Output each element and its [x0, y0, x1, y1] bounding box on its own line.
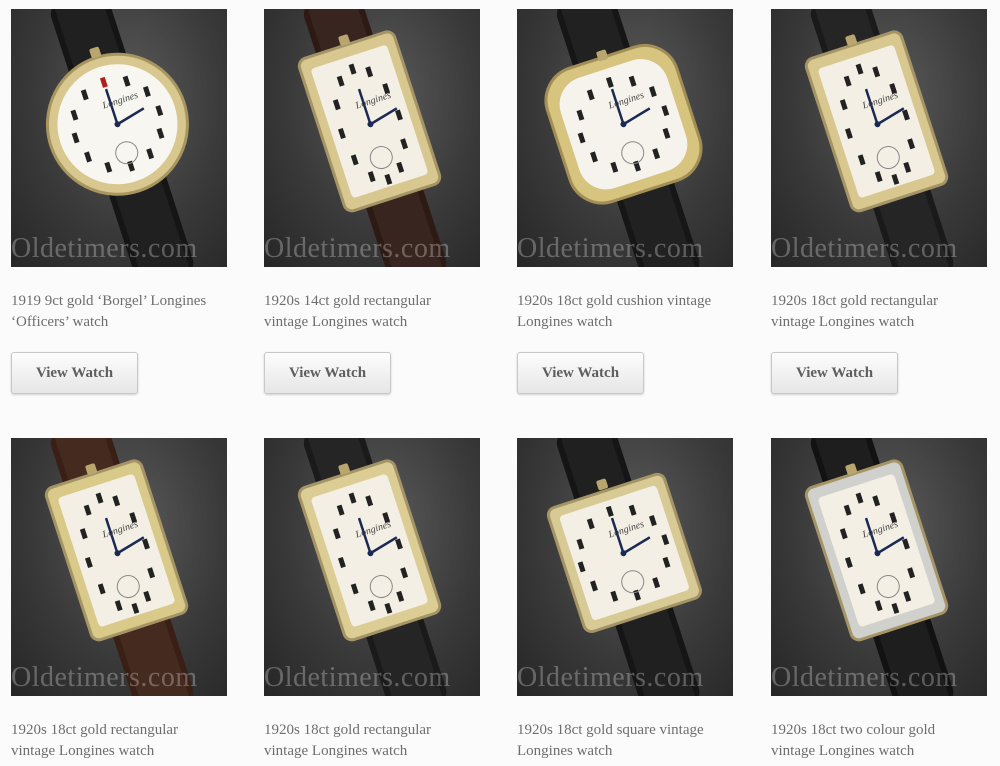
watermark-text: Oldetimers.com [11, 662, 198, 693]
watermark-text: Oldetimers.com [11, 233, 198, 264]
watch-title-line: vintage Longines watch [771, 314, 915, 330]
watch-title-line: 1920s 18ct gold rectangular [11, 722, 179, 738]
watch-title-line: 1920s 18ct two colour gold [771, 722, 936, 738]
watch-title-line: vintage Longines watch [264, 314, 408, 330]
watch-title-line: 1919 9ct gold ‘Borgel’ Longines [11, 293, 207, 309]
watch-photo[interactable]: Longines Oldetimers.com [771, 9, 987, 267]
watch-illustration: Longines [44, 438, 194, 696]
watch-title-line: 1920s 18ct gold rectangular [264, 722, 432, 738]
watch-grid: Longines Oldetimers.com 1919 9ct gold ‘Bo… [0, 0, 1000, 766]
watch-title-line: 1920s 14ct gold rectangular [264, 293, 432, 309]
watch-photo[interactable]: Longines Oldetimers.com [517, 438, 733, 696]
watch-illustration: Longines [297, 438, 447, 696]
watch-title: 1920s 18ct gold square vintage Longines … [517, 720, 735, 762]
watch-photo[interactable]: Longines Oldetimers.com [264, 9, 480, 267]
view-watch-button[interactable]: View Watch [517, 352, 644, 394]
watch-title: 1920s 18ct gold rectangular vintage Long… [771, 291, 989, 333]
watch-title-line: vintage Longines watch [771, 743, 915, 759]
view-watch-button[interactable]: View Watch [264, 352, 391, 394]
watch-photo[interactable]: Longines Oldetimers.com [771, 438, 987, 696]
watch-illustration: Longines [544, 9, 703, 267]
watch-illustration: Longines [297, 9, 447, 267]
watch-illustration: Longines [45, 9, 194, 267]
watch-title-line: Longines watch [517, 314, 613, 330]
watch-photo[interactable]: Longines Oldetimers.com [11, 438, 227, 696]
watch-title-line: vintage Longines watch [11, 743, 155, 759]
watermark-text: Oldetimers.com [517, 233, 704, 264]
watermark-text: Oldetimers.com [771, 662, 958, 693]
view-watch-button[interactable]: View Watch [771, 352, 898, 394]
watch-title-line: 1920s 18ct gold rectangular [771, 293, 939, 309]
watch-photo[interactable]: Longines Oldetimers.com [264, 438, 480, 696]
watch-illustration: Longines [804, 438, 954, 696]
watch-title: 1920s 18ct gold rectangular vintage Long… [264, 720, 482, 762]
watermark-text: Oldetimers.com [517, 662, 704, 693]
watermark-text: Oldetimers.com [771, 233, 958, 264]
watch-title-line: Longines watch [517, 743, 613, 759]
watch-title: 1920s 18ct gold cushion vintage Longines… [517, 291, 735, 333]
watch-photo[interactable]: Longines Oldetimers.com [517, 9, 733, 267]
watch-title-line: ‘Officers’ watch [11, 314, 109, 330]
watch-illustration: Longines [546, 438, 702, 696]
watch-photo[interactable]: Longines Oldetimers.com [11, 9, 227, 267]
watermark-text: Oldetimers.com [264, 233, 451, 264]
watch-title-line: vintage Longines watch [264, 743, 408, 759]
view-watch-button[interactable]: View Watch [11, 352, 138, 394]
watch-title: 1920s 18ct gold rectangular vintage Long… [11, 720, 229, 762]
watch-title: 1919 9ct gold ‘Borgel’ Longines ‘Officer… [11, 291, 229, 333]
watch-title: 1920s 14ct gold rectangular vintage Long… [264, 291, 482, 333]
watch-illustration: Longines [804, 9, 954, 267]
watch-title-line: 1920s 18ct gold square vintage [517, 722, 704, 738]
watch-title-line: 1920s 18ct gold cushion vintage [517, 293, 712, 309]
watermark-text: Oldetimers.com [264, 662, 451, 693]
watch-title: 1920s 18ct two colour gold vintage Longi… [771, 720, 989, 762]
